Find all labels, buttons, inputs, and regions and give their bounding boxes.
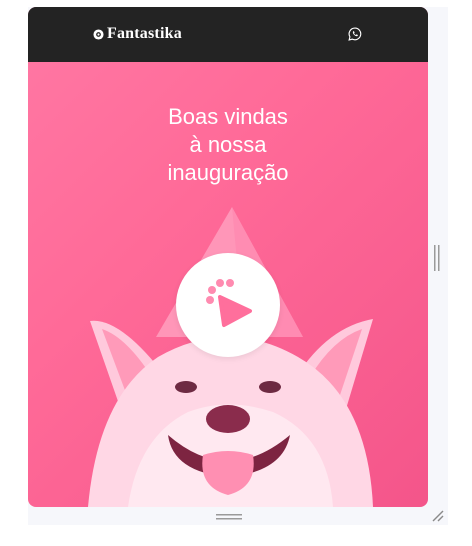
play-button[interactable] <box>176 253 280 357</box>
badge-icon <box>93 28 104 40</box>
dog-nose <box>206 405 250 433</box>
headline-line-3: inauguração <box>167 160 289 185</box>
paw-play-icon <box>206 279 252 327</box>
horizontal-resize-handle[interactable] <box>216 514 242 520</box>
vertical-resize-handle[interactable] <box>434 245 440 271</box>
brand[interactable]: Fantastika <box>93 24 182 44</box>
top-bar: Fantastika <box>28 7 428 62</box>
brand-name: Fantastika <box>107 25 182 42</box>
dog-eye-right <box>259 381 281 393</box>
story-card: Fantastika Boas vindas à nossa inauguraç… <box>28 7 428 507</box>
whatsapp-icon[interactable] <box>348 27 362 41</box>
resize-grip-icon[interactable] <box>432 510 444 522</box>
headline-line-2: à nossa <box>189 132 267 157</box>
hero-headline: Boas vindas à nossa inauguração <box>28 103 428 187</box>
dog-eye-left <box>175 381 197 393</box>
headline-line-1: Boas vindas <box>168 104 288 129</box>
